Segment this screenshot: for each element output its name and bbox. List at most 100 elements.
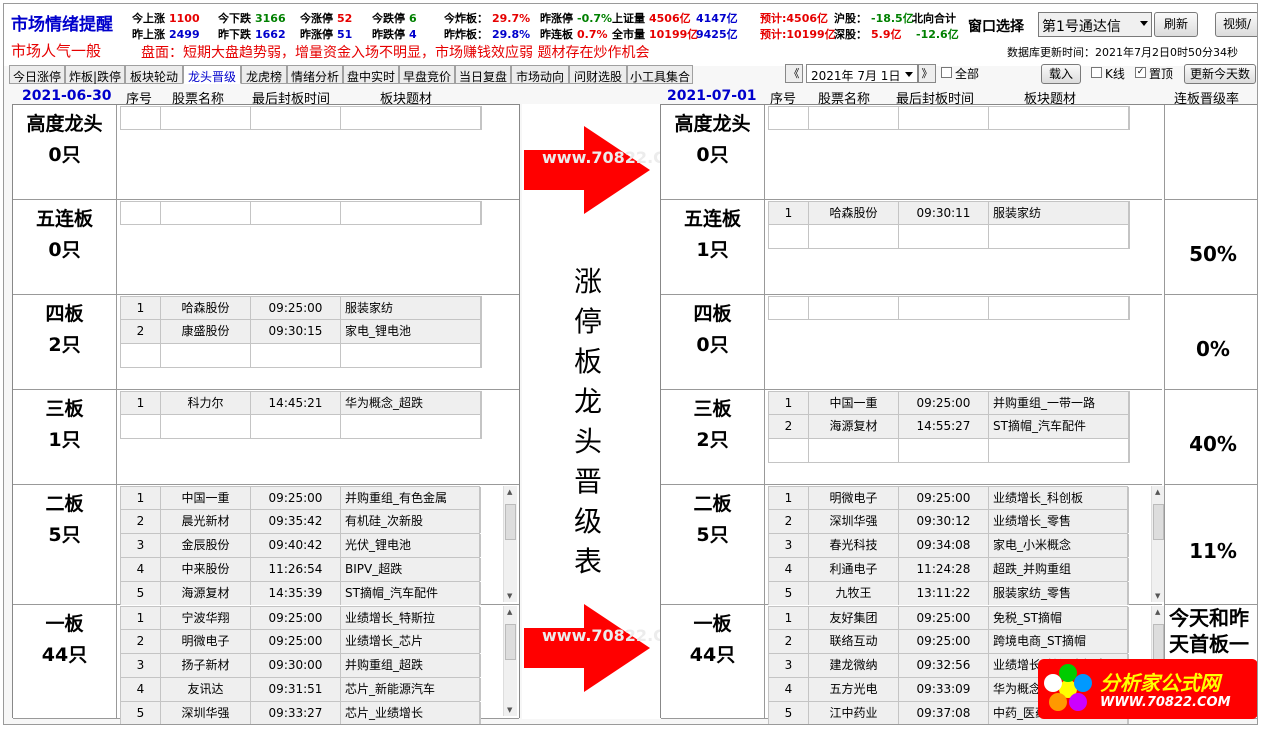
refresh-button[interactable]: 刷新 <box>1154 12 1198 37</box>
sector-theme: 并购重组_有色金属 <box>341 487 481 510</box>
table-row[interactable]: 4 利通电子 11:24:28 超跌_并购重组 <box>768 558 1129 582</box>
tab-1[interactable]: 今日涨停 <box>9 65 65 84</box>
all-checkbox[interactable] <box>941 67 952 78</box>
scroll-up-icon[interactable]: ▲ <box>1155 488 1160 496</box>
table-row[interactable]: 1 哈森股份 09:30:11 服装家纺 <box>768 201 1130 225</box>
scroll-thumb[interactable] <box>505 624 516 660</box>
sector-theme <box>341 415 481 438</box>
yesterday-stat-label: 昨连板 <box>540 28 573 41</box>
table-row[interactable]: 2 联络互动 09:25:00 跨境电商_ST摘帽 <box>768 630 1129 654</box>
scroll-down-icon[interactable]: ▼ <box>1155 592 1160 600</box>
row-index: 3 <box>769 654 809 677</box>
table-row[interactable] <box>768 225 1130 249</box>
tab-5[interactable]: 龙虎榜 <box>241 65 287 84</box>
prev-date-button[interactable]: 《 <box>785 64 803 83</box>
tier-count: 0只 <box>696 334 729 356</box>
seal-time: 09:25:00 <box>899 630 989 653</box>
window-select[interactable]: 第1号通达信 <box>1038 12 1152 37</box>
tab-4[interactable]: 龙头晋级 <box>183 65 241 84</box>
row-index: 5 <box>769 702 809 724</box>
scroll-thumb[interactable] <box>1153 624 1164 660</box>
tab-6[interactable]: 情绪分析 <box>287 65 343 84</box>
scrollbar[interactable]: ▲▼ <box>1151 486 1165 602</box>
row-index: 3 <box>121 654 161 677</box>
stock-name <box>809 297 899 320</box>
tab-12[interactable]: 小工具集合 <box>627 65 693 84</box>
scroll-up-icon[interactable]: ▲ <box>507 488 512 496</box>
today-stat-value: 3166 <box>255 12 286 25</box>
seal-time: 09:30:00 <box>251 654 341 677</box>
yesterday-stat-label: 全市量 <box>612 28 645 41</box>
video-button[interactable]: 视频/ <box>1215 12 1257 37</box>
row-index: 3 <box>121 534 161 557</box>
tab-8[interactable]: 早盘竞价 <box>399 65 455 84</box>
stock-name: 明微电子 <box>161 630 251 653</box>
tab-11[interactable]: 问财选股 <box>569 65 627 84</box>
pin-checkbox[interactable]: ✓ <box>1135 67 1146 78</box>
tab-9[interactable]: 当日复盘 <box>455 65 511 84</box>
stock-name: 宁波华翔 <box>161 607 251 630</box>
yesterday-stat: 预计:10199亿 <box>756 26 836 42</box>
table-row[interactable] <box>120 415 482 439</box>
tab-3[interactable]: 板块轮动 <box>125 65 183 84</box>
table-row[interactable]: 1 明微电子 09:25:00 业绩增长_科创板 <box>768 486 1129 510</box>
row-index: 2 <box>769 415 809 438</box>
table-row[interactable]: 3 扬子新材 09:30:00 并购重组_超跌 <box>120 654 481 678</box>
table-row[interactable]: 1 科力尔 14:45:21 华为概念_超跌 <box>120 391 482 415</box>
scroll-thumb[interactable] <box>505 504 516 540</box>
table-row[interactable] <box>768 106 1130 130</box>
table-row[interactable] <box>120 344 482 368</box>
table-row[interactable]: 2 明微电子 09:25:00 业绩增长_芯片 <box>120 630 481 654</box>
kline-checkbox[interactable] <box>1091 67 1102 78</box>
table-row[interactable]: 2 晨光新材 09:35:42 有机硅_次新股 <box>120 510 481 534</box>
date-picker[interactable]: 2021年 7月 1日 <box>806 64 918 83</box>
stock-name: 科力尔 <box>161 392 251 415</box>
table-row[interactable]: 1 中国一重 09:25:00 并购重组_有色金属 <box>120 486 481 510</box>
center-title: 涨停板龙头晋级表 <box>570 262 606 582</box>
table-row[interactable] <box>120 106 482 130</box>
stock-name <box>161 415 251 438</box>
table-row[interactable] <box>768 439 1130 463</box>
tab-2[interactable]: 炸板|跌停 <box>65 65 125 84</box>
table-row[interactable]: 2 康盛股份 09:30:15 家电_锂电池 <box>120 320 482 344</box>
table-row[interactable]: 3 金辰股份 09:40:42 光伏_锂电池 <box>120 534 481 558</box>
scroll-thumb[interactable] <box>1153 504 1164 540</box>
table-row[interactable]: 5 海源复材 14:35:39 ST摘帽_汽车配件 <box>120 582 481 606</box>
update-today-button[interactable]: 更新今天数 <box>1184 64 1256 84</box>
table-row[interactable]: 1 友好集团 09:25:00 免税_ST摘帽 <box>768 606 1129 630</box>
table-row[interactable]: 5 九牧王 13:11:22 服装家纺_零售 <box>768 582 1129 606</box>
table-row[interactable]: 2 海源复材 14:55:27 ST摘帽_汽车配件 <box>768 415 1130 439</box>
table-row[interactable] <box>768 296 1130 320</box>
tier-label: 二板 5只 <box>13 485 117 604</box>
scrollbar[interactable]: ▲▼ <box>503 486 517 602</box>
scroll-up-icon[interactable]: ▲ <box>507 608 512 616</box>
scrollbar[interactable]: ▲▼ <box>503 606 517 716</box>
stock-name: 哈森股份 <box>809 202 899 225</box>
load-button[interactable]: 载入 <box>1041 64 1081 84</box>
table-row[interactable]: 4 友讯达 09:31:51 芯片_新能源汽车 <box>120 678 481 702</box>
table-row[interactable]: 4 中来股份 11:26:54 BIPV_超跌 <box>120 558 481 582</box>
center-title-char: 涨 <box>573 265 602 298</box>
seal-time: 09:31:51 <box>251 678 341 701</box>
seal-time <box>251 415 341 438</box>
stock-name: 海源复材 <box>809 415 899 438</box>
table-row[interactable] <box>120 201 482 225</box>
stock-name: 深圳华强 <box>161 702 251 724</box>
scroll-up-icon[interactable]: ▲ <box>1155 608 1160 616</box>
next-date-button[interactable]: 》 <box>918 64 936 83</box>
table-row[interactable]: 5 深圳华强 09:33:27 芯片_业绩增长 <box>120 702 481 724</box>
row-index <box>121 107 161 130</box>
tab-10[interactable]: 市场动向 <box>511 65 569 84</box>
sector-theme: BIPV_超跌 <box>341 558 481 581</box>
table-row[interactable]: 3 春光科技 09:34:08 家电_小米概念 <box>768 534 1129 558</box>
table-row[interactable]: 1 哈森股份 09:25:00 服装家纺 <box>120 296 482 320</box>
table-row[interactable]: 1 中国一重 09:25:00 并购重组_一带一路 <box>768 391 1130 415</box>
table-row[interactable]: 1 宁波华翔 09:25:00 业绩增长_特斯拉 <box>120 606 481 630</box>
scroll-down-icon[interactable]: ▼ <box>507 592 512 600</box>
scroll-down-icon[interactable]: ▼ <box>507 706 512 714</box>
table-row[interactable]: 2 深圳华强 09:30:12 业绩增长_零售 <box>768 510 1129 534</box>
tab-7[interactable]: 盘中实时 <box>343 65 399 84</box>
seal-time: 09:37:08 <box>899 702 989 724</box>
today-stat-value: -0.7% <box>577 12 613 25</box>
yesterday-stat: 昨涨停 51 <box>300 26 352 42</box>
